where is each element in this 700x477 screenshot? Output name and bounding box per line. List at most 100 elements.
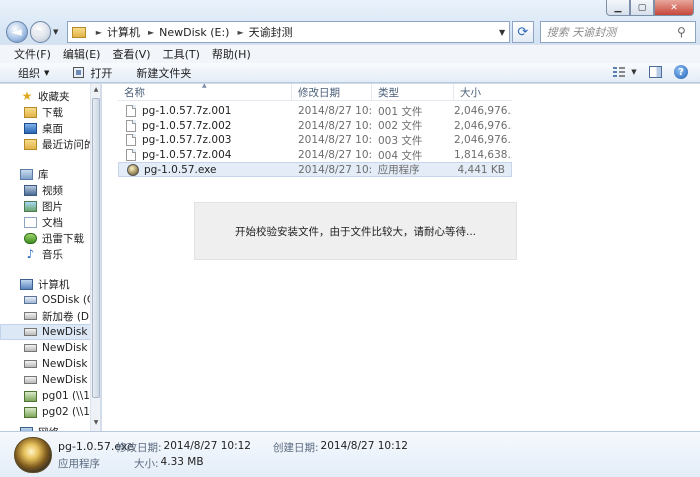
sidebar-item-drive-e[interactable]: NewDisk (E:) [0, 324, 100, 340]
drive-icon [24, 328, 37, 336]
help-icon: ? [674, 65, 688, 79]
sidebar-item-desktop[interactable]: 桌面 [0, 120, 100, 136]
menu-edit[interactable]: 编辑(E) [63, 46, 101, 62]
close-button[interactable]: ✕ [654, 0, 694, 16]
view-options-dropdown[interactable]: ▼ [630, 65, 638, 79]
chevron-right-icon[interactable]: ► [237, 28, 243, 37]
menu-help[interactable]: 帮助(H) [212, 46, 251, 62]
minimize-button[interactable]: ▁ [606, 0, 630, 16]
menu-view[interactable]: 查看(V) [112, 46, 150, 62]
address-bar[interactable]: ► 计算机 ► NewDisk (E:) ► 天谕封测 ▼ [66, 21, 511, 43]
network-drive-icon [24, 406, 37, 418]
file-icon [126, 119, 136, 132]
file-name: pg-1.0.57.exe [144, 163, 217, 176]
sidebar-item-downloads[interactable]: 下载 [0, 104, 100, 120]
chevron-right-icon[interactable]: ► [148, 28, 154, 37]
command-toolbar: 组织 ▼ 打开 新建文件夹 ▼ ? [0, 63, 700, 83]
file-date: 2014/8/27 10:12 [298, 134, 372, 147]
column-header-type[interactable]: 类型 [372, 84, 454, 101]
sidebar-item-label: 文档 [42, 216, 63, 229]
file-size: 2,046,976... [454, 119, 512, 132]
sidebar-item-videos[interactable]: 视频 [0, 182, 100, 198]
file-date: 2014/8/27 10:11 [298, 119, 372, 132]
column-header-size[interactable]: 大小 [454, 84, 512, 101]
sidebar-item-libraries[interactable]: 库 [0, 166, 100, 182]
sidebar-item-documents[interactable]: 文档 [0, 214, 100, 230]
open-icon [73, 67, 85, 78]
scroll-up-icon[interactable]: ▲ [91, 86, 100, 96]
sidebar-item-label: 新加卷 (D:) [42, 310, 97, 323]
column-header-name[interactable]: 名称 ▲ [118, 84, 292, 101]
desktop-icon [24, 122, 37, 134]
drive-icon [24, 360, 37, 368]
sidebar-item-drive-h[interactable]: NewDisk (H:) [0, 372, 100, 388]
breadcrumb-current-folder[interactable]: 天谕封测 [249, 24, 293, 40]
sidebar-item-music[interactable]: ♪ 音乐 [0, 246, 100, 262]
sidebar-item-drive-g[interactable]: NewDisk (G:) [0, 356, 100, 372]
verification-message: 开始校验安装文件，由于文件比较大，请耐心等待... [234, 225, 476, 238]
menu-tools[interactable]: 工具(T) [163, 46, 200, 62]
scroll-down-icon[interactable]: ▼ [91, 419, 100, 429]
menu-file[interactable]: 文件(F) [14, 46, 51, 62]
xunlei-icon [24, 232, 37, 244]
sidebar-item-label: 库 [38, 168, 49, 181]
app-icon [14, 437, 52, 473]
column-header-date[interactable]: 修改日期 [292, 84, 372, 101]
scrollbar-thumb[interactable] [92, 98, 100, 398]
change-view-button[interactable] [610, 65, 628, 79]
video-icon [24, 184, 37, 196]
details-created-label: 创建日期: [272, 442, 319, 454]
forward-button[interactable]: ► [29, 21, 52, 43]
sidebar-item-drive-d[interactable]: 新加卷 (D:) [0, 308, 100, 324]
sidebar-item-pictures[interactable]: 图片 [0, 198, 100, 214]
search-input[interactable]: 搜索 天谕封测 ⚲ [539, 21, 696, 43]
file-row[interactable]: pg-1.0.57.7z.001 2014/8/27 10:13 001 文件 … [118, 104, 512, 119]
file-type: 003 文件 [378, 134, 423, 147]
file-name: pg-1.0.57.7z.001 [142, 105, 232, 118]
file-row[interactable]: pg-1.0.57.7z.002 2014/8/27 10:11 002 文件 … [118, 119, 512, 134]
sidebar-item-pg02[interactable]: pg02 (\\10.240. [0, 404, 100, 420]
breadcrumb-computer[interactable]: 计算机 [107, 24, 140, 40]
sidebar-item-pg01[interactable]: pg01 (\\10.240. [0, 388, 100, 404]
search-icon[interactable]: ⚲ [677, 25, 695, 39]
address-dropdown-icon[interactable]: ▼ [495, 28, 509, 37]
open-button[interactable]: 打开 [73, 65, 112, 81]
details-modified-value: 2014/8/27 10:12 [163, 440, 251, 452]
help-button[interactable]: ? [672, 65, 690, 79]
recent-pages-dropdown[interactable]: ▼ [53, 28, 63, 36]
file-list-pane: 名称 ▲ 修改日期 类型 大小 pg-1.0.57.7z.001 2014/8/… [102, 84, 700, 431]
sidebar-item-computer[interactable]: 计算机 [0, 276, 100, 292]
drive-icon [24, 344, 37, 352]
navigation-scrollbar[interactable]: ▲ ▼ [90, 84, 100, 431]
details-created-value: 2014/8/27 10:12 [320, 440, 408, 452]
file-name: pg-1.0.57.7z.002 [142, 119, 232, 132]
refresh-button[interactable]: ⟳ [512, 21, 534, 43]
refresh-icon: ⟳ [517, 24, 529, 40]
organize-button[interactable]: 组织 ▼ [18, 65, 49, 81]
navigation-pane: ★ 收藏夹 下载 桌面 最近访问的位置 库 视频 图片 文档 迅雷下载 ♪ 音乐… [0, 84, 101, 431]
file-row[interactable]: pg-1.0.57.7z.003 2014/8/27 10:12 003 文件 … [118, 133, 512, 148]
drive-icon [24, 376, 37, 384]
sidebar-item-recent-places[interactable]: 最近访问的位置 [0, 136, 100, 152]
sidebar-item-label: 下载 [42, 106, 63, 119]
column-label: 名称 [124, 87, 145, 99]
back-button[interactable]: ◄ [6, 21, 28, 43]
preview-pane-button[interactable] [646, 65, 664, 79]
file-row[interactable]: pg-1.0.57.7z.004 2014/8/27 10:12 004 文件 … [118, 148, 512, 163]
file-size: 4,441 KB [457, 163, 506, 176]
sidebar-item-xunlei-downloads[interactable]: 迅雷下载 [0, 230, 100, 246]
file-row-selected[interactable]: pg-1.0.57.exe 2014/8/27 10:12 应用程序 4,441… [118, 162, 512, 177]
sidebar-item-drive-f[interactable]: NewDisk (F:) [0, 340, 100, 356]
file-type: 004 文件 [378, 149, 423, 162]
recent-places-icon [24, 138, 37, 150]
maximize-button[interactable]: ▢ [630, 0, 654, 16]
breadcrumb-newdisk-e[interactable]: NewDisk (E:) [159, 26, 229, 39]
sidebar-item-network[interactable]: 网络 [0, 424, 100, 431]
network-drive-icon [24, 390, 37, 402]
new-folder-button[interactable]: 新建文件夹 [136, 65, 191, 81]
sidebar-item-drive-c[interactable]: OSDisk (C:) [0, 292, 100, 308]
view-icon [613, 67, 625, 77]
chevron-right-icon[interactable]: ► [96, 28, 102, 37]
sidebar-item-favorites[interactable]: ★ 收藏夹 [0, 88, 100, 104]
documents-icon [24, 216, 37, 228]
